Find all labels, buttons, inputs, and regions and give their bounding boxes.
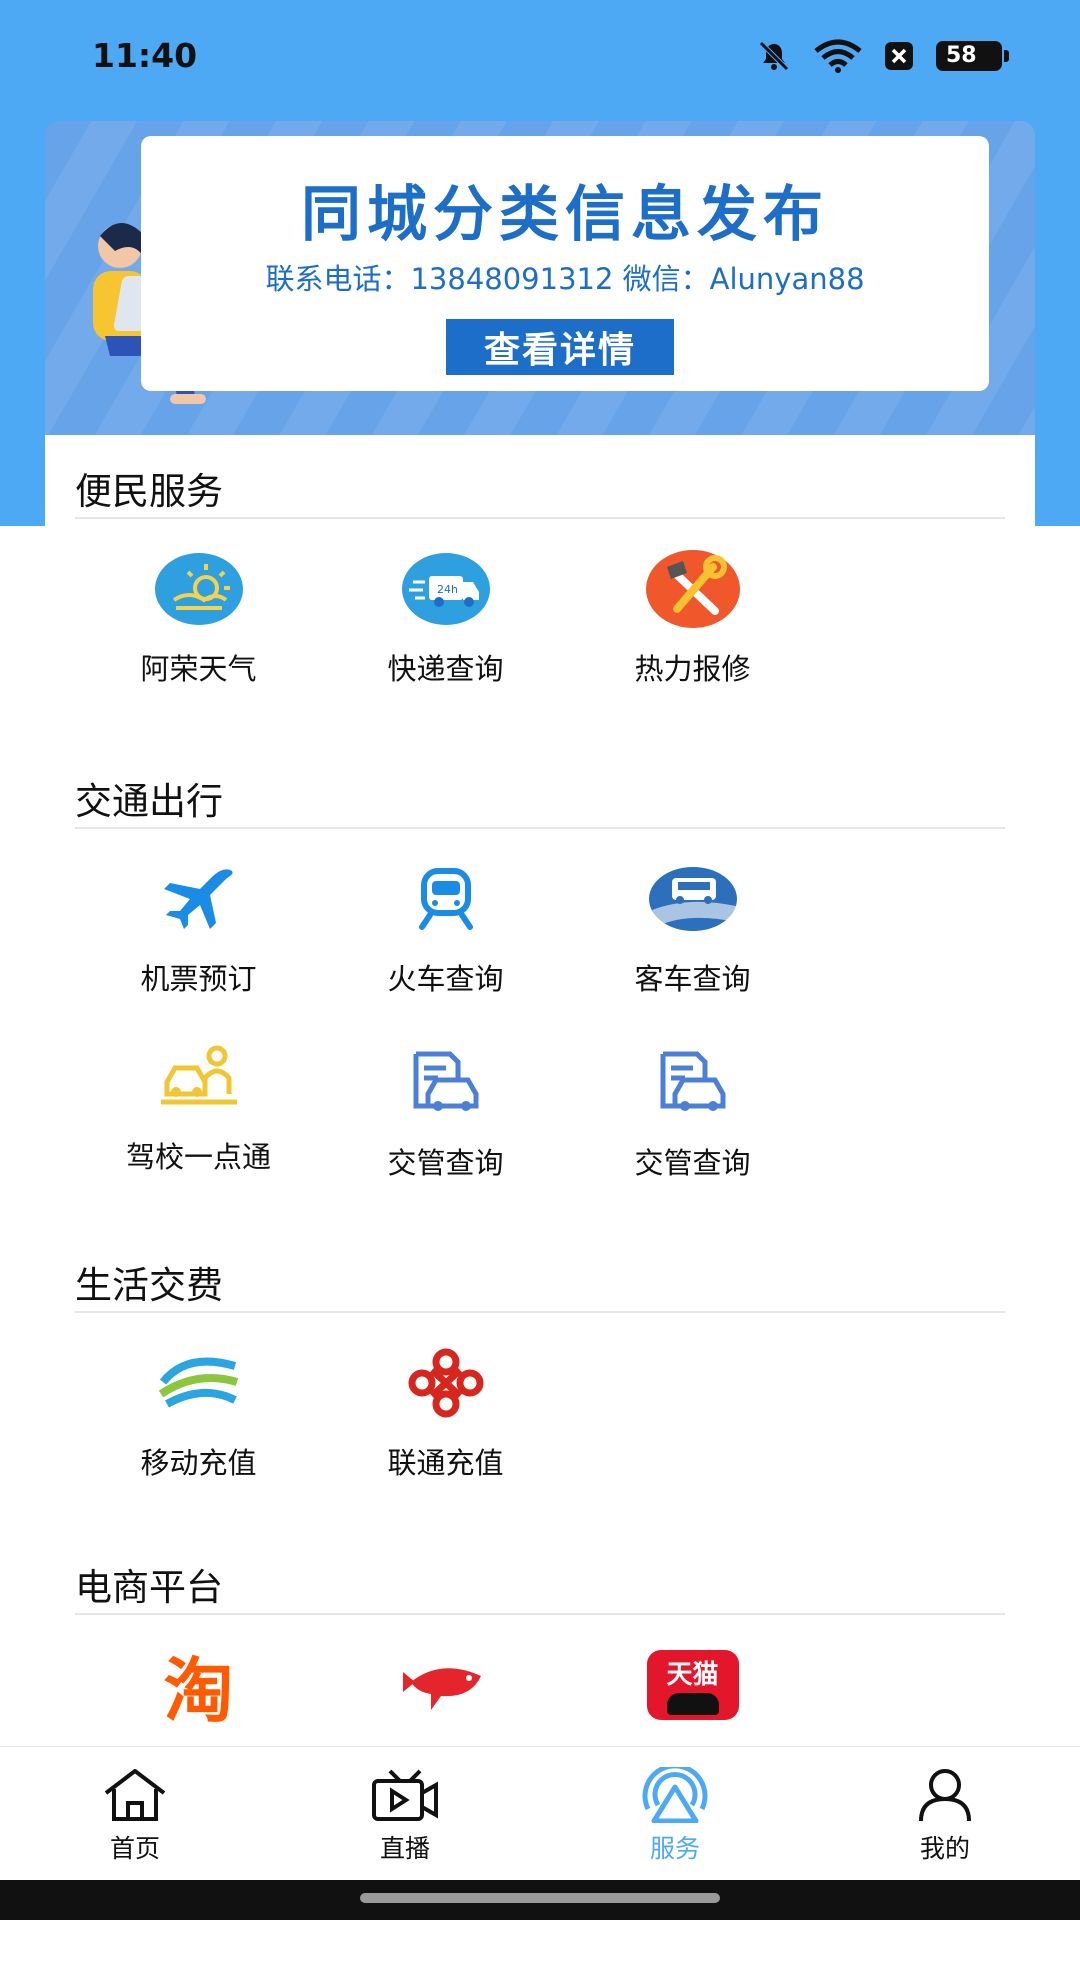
section-title: 生活交费	[75, 1264, 223, 1307]
battery-level: 58	[946, 43, 977, 68]
tmall-logo-text: 天猫	[666, 1660, 719, 1690]
battery-icon: 58	[936, 41, 1009, 71]
service-label: 机票预订	[140, 962, 257, 996]
service-label: 交管查询	[387, 1146, 504, 1180]
service-traffic-query[interactable]: 交管查询	[322, 1013, 569, 1191]
service-label: 火车查询	[387, 962, 504, 996]
tmall-logo-icon: 天猫	[646, 1650, 739, 1720]
traffic-car-icon	[413, 1051, 478, 1111]
svg-text:24h: 24h	[437, 583, 458, 596]
section-title: 便民服务	[75, 470, 223, 513]
bus-icon	[648, 867, 737, 931]
driving-school-icon	[160, 1045, 237, 1105]
traffic-car-icon	[660, 1051, 725, 1111]
service-label: 驾校一点通	[125, 1140, 271, 1174]
service-weather[interactable]: 阿荣天气	[75, 519, 322, 697]
weather-icon	[154, 553, 243, 625]
bottom-nav: 首页 直播 服务 我的	[0, 1746, 1080, 1881]
nav-label: 首页	[109, 1834, 160, 1863]
banner-contact: 联系电话：13848091312 微信：Alunyan88	[265, 262, 865, 296]
service-label: 移动充值	[140, 1446, 257, 1480]
user-icon	[919, 1769, 971, 1822]
service-label: 快递查询	[387, 652, 504, 686]
home-indicator[interactable]	[360, 1893, 720, 1903]
nav-home[interactable]: 首页	[0, 1747, 270, 1881]
section-payment: 生活交费 移动充值 联通充值	[45, 1229, 1035, 1491]
bell-muted-icon	[759, 41, 789, 71]
status-icons: 58	[756, 38, 1009, 74]
nav-service[interactable]: 服务	[540, 1747, 810, 1881]
service-mobile-topup[interactable]: 移动充值	[75, 1313, 322, 1491]
service-heating-repair[interactable]: 热力报修	[569, 519, 816, 697]
live-tv-icon	[372, 1769, 438, 1821]
service-bus-query[interactable]: 客车查询	[569, 829, 816, 1007]
nav-label: 我的	[919, 1834, 970, 1863]
section-convenience: 便民服务 阿荣天气 24h 快递查询 热力报修	[45, 435, 1035, 697]
nav-live[interactable]: 直播	[270, 1747, 540, 1881]
china-unicom-icon	[408, 1348, 483, 1418]
home-icon	[104, 1769, 166, 1821]
train-icon	[418, 868, 473, 930]
section-title: 电商平台	[75, 1566, 223, 1609]
taobao-logo-icon: 淘	[163, 1649, 234, 1732]
service-label: 客车查询	[634, 962, 751, 996]
banner-ad[interactable]: 同城分类信息发布 联系电话：13848091312 微信：Alunyan88 查…	[45, 121, 1035, 435]
jd-fish-logo-icon	[402, 1668, 481, 1710]
status-bar: 11:40 58	[0, 0, 1080, 118]
wifi-icon	[814, 39, 862, 73]
nav-label: 服务	[649, 1834, 700, 1863]
service-traffic-query[interactable]: 交管查询	[569, 1013, 816, 1191]
service-label: 联通充值	[387, 1446, 504, 1480]
section-transport: 交通出行 机票预订 火车查询 客车查询 驾校一点通 交管查询 交管查询	[45, 745, 1035, 1191]
service-unicom-topup[interactable]: 联通充值	[322, 1313, 569, 1491]
status-time: 11:40	[92, 36, 198, 75]
wrench-hammer-icon	[645, 550, 740, 628]
service-label: 热力报修	[634, 652, 751, 686]
section-title: 交通出行	[75, 780, 223, 823]
banner-detail-button[interactable]: 查看详情	[446, 319, 674, 375]
notification-x-icon	[885, 42, 913, 70]
banner-title: 同城分类信息发布	[301, 180, 829, 250]
service-broadcast-icon	[642, 1767, 708, 1823]
banner-card: 同城分类信息发布 联系电话：13848091312 微信：Alunyan88 查…	[141, 136, 989, 391]
service-flight-booking[interactable]: 机票预订	[75, 829, 322, 1007]
service-label: 交管查询	[634, 1146, 751, 1180]
china-mobile-icon	[158, 1357, 238, 1408]
airplane-icon	[163, 869, 233, 929]
service-express[interactable]: 24h 快递查询	[322, 519, 569, 697]
nav-profile[interactable]: 我的	[810, 1747, 1080, 1881]
service-content: 便民服务 阿荣天气 24h 快递查询 热力报修 交通出行 机票预订 火车查询 客…	[45, 435, 1035, 1971]
delivery-truck-icon: 24h	[401, 553, 490, 625]
nav-label: 直播	[379, 1834, 430, 1863]
service-driving-school[interactable]: 驾校一点通	[75, 1007, 322, 1185]
service-train-query[interactable]: 火车查询	[322, 829, 569, 1007]
service-label: 阿荣天气	[140, 652, 257, 686]
